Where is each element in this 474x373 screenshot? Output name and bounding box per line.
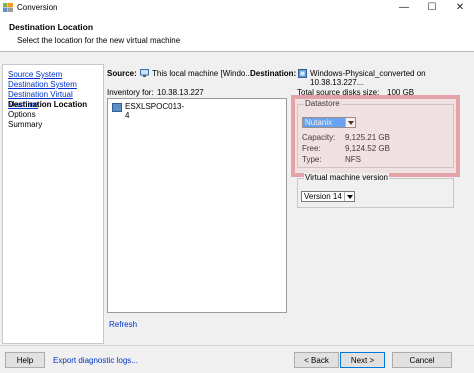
refresh-link[interactable]: Refresh bbox=[109, 320, 137, 329]
close-icon: ✕ bbox=[455, 2, 465, 13]
annotation-highlight bbox=[291, 95, 460, 177]
source-value: This local machine [Windo... bbox=[152, 69, 253, 78]
chevron-down-icon[interactable] bbox=[344, 192, 354, 201]
inventory-host: 10.38.13.227 bbox=[157, 88, 204, 97]
nav-item-destination-location: Destination Location bbox=[8, 100, 88, 109]
maximize-button[interactable]: ☐ bbox=[418, 0, 446, 15]
help-button[interactable]: Help bbox=[5, 352, 45, 368]
page-title: Destination Location bbox=[9, 22, 94, 32]
inventory-tree[interactable]: ESXLSPOC013-4 bbox=[107, 98, 287, 313]
maximize-icon: ☐ bbox=[427, 2, 437, 13]
title-bar: Conversion — ☐ ✕ bbox=[0, 0, 474, 15]
next-button[interactable]: Next > bbox=[340, 352, 385, 368]
computer-icon bbox=[140, 69, 149, 77]
export-logs-link[interactable]: Export diagnostic logs... bbox=[53, 356, 138, 365]
window-title: Conversion bbox=[17, 3, 58, 12]
source-label: Source: bbox=[107, 69, 137, 78]
back-button[interactable]: < Back bbox=[294, 352, 339, 368]
minimize-button[interactable]: — bbox=[390, 0, 418, 15]
nav-item-source-system[interactable]: Source System bbox=[8, 70, 62, 80]
cancel-button[interactable]: Cancel bbox=[392, 352, 452, 368]
destination-value: Windows-Physical_converted on 10.38.13.2… bbox=[310, 69, 426, 87]
destination-label: Destination: bbox=[250, 69, 297, 78]
wizard-header: Destination Location Select the location… bbox=[0, 15, 474, 52]
close-button[interactable]: ✕ bbox=[446, 0, 474, 15]
tree-item-label: ESXLSPOC013-4 bbox=[125, 102, 185, 120]
minimize-icon: — bbox=[399, 2, 409, 13]
esx-host-icon bbox=[112, 103, 122, 112]
page-subtitle: Select the location for the new virtual … bbox=[17, 36, 181, 45]
wizard-footer: Help Export diagnostic logs... < Back Ne… bbox=[0, 345, 474, 373]
vmware-converter-icon bbox=[3, 3, 13, 12]
tree-item-host[interactable]: ESXLSPOC013-4 bbox=[109, 100, 184, 120]
vm-version-selected-value: Version 14 bbox=[304, 192, 342, 201]
vm-version-select[interactable]: Version 14 bbox=[301, 191, 355, 202]
inventory-label: Inventory for: bbox=[107, 88, 154, 97]
vm-icon bbox=[298, 69, 307, 78]
nav-item-destination-system[interactable]: Destination System bbox=[8, 80, 77, 90]
nav-item-summary: Summary bbox=[8, 120, 43, 129]
wizard-steps-nav: Source System Destination System Destina… bbox=[2, 64, 104, 344]
vm-version-group: Virtual machine version Version 14 bbox=[297, 173, 454, 208]
vm-version-group-title: Virtual machine version bbox=[304, 173, 390, 182]
nav-item-options: Options bbox=[8, 110, 36, 119]
